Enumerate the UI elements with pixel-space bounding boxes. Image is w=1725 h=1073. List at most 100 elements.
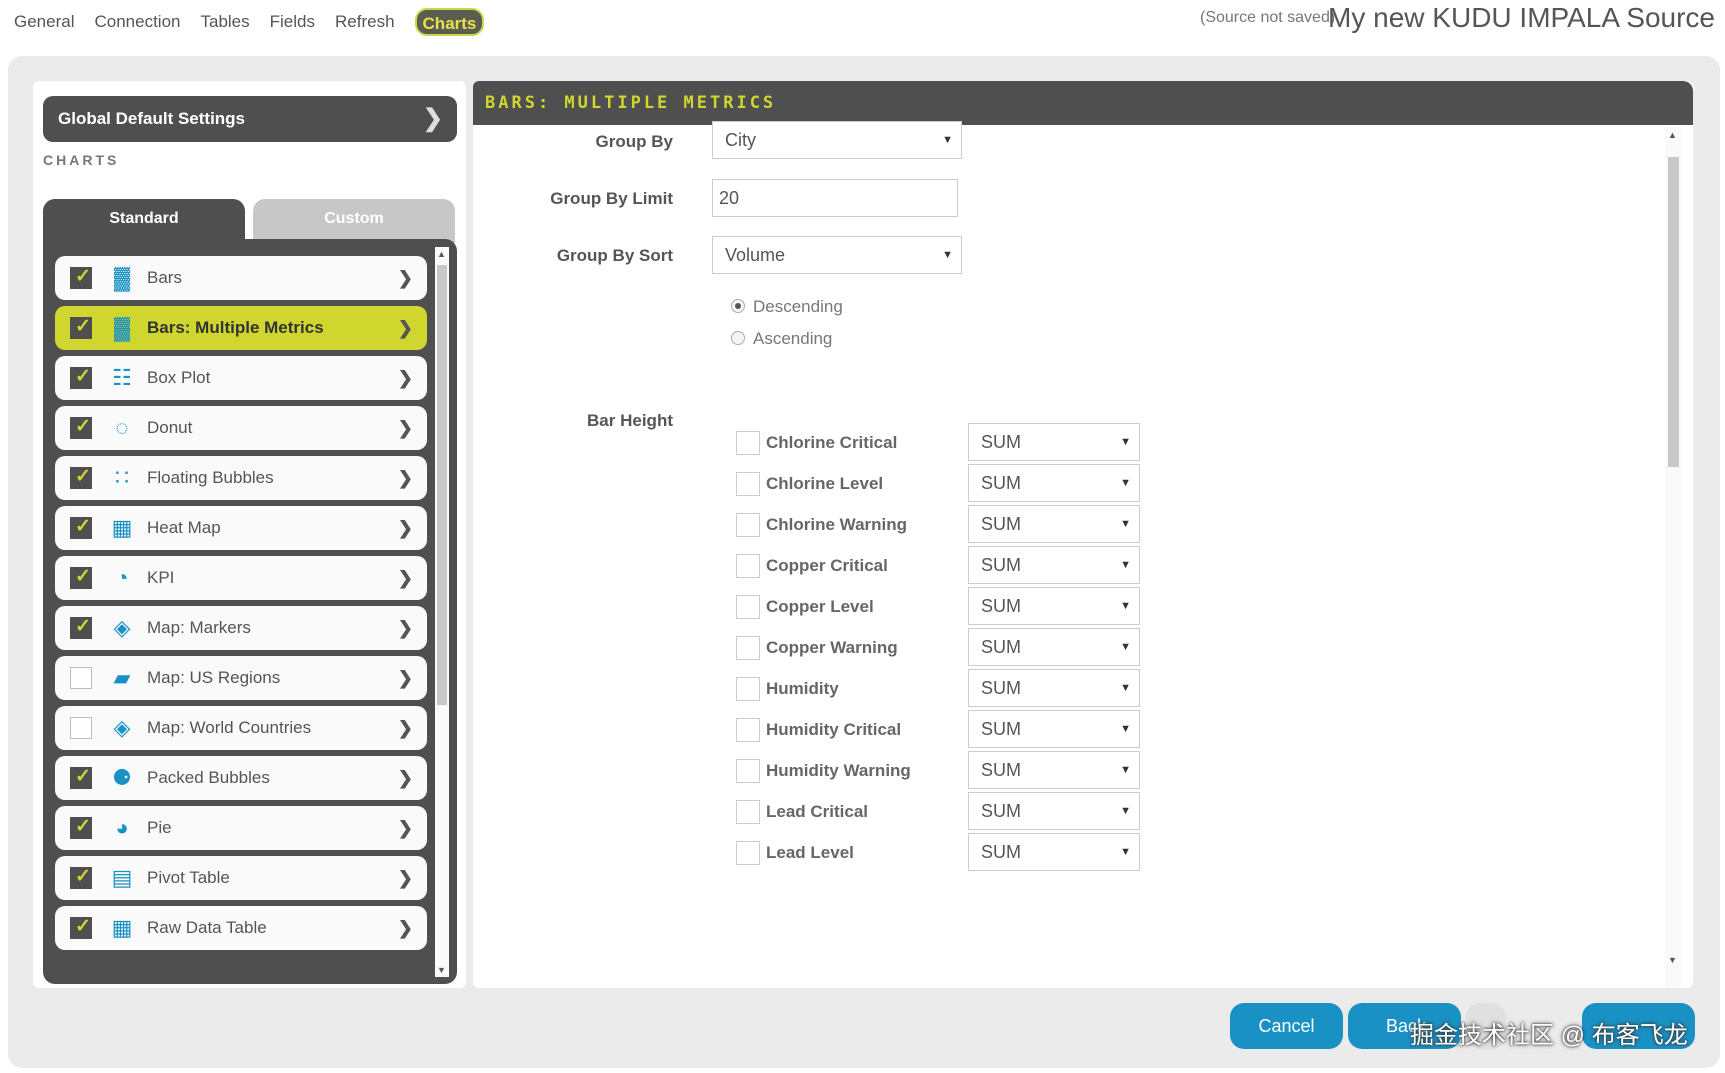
chart-enabled-checkbox[interactable] [70,667,92,689]
chart-enabled-checkbox[interactable]: ✓ [70,466,92,489]
aggregation-select[interactable]: SUM ▼ [968,464,1140,502]
metric-checkbox[interactable] [736,636,760,660]
metric-label: Copper Level [766,597,874,616]
dropdown-caret-icon: ▼ [1120,641,1131,653]
metric-row: Copper Critical SUM ▼ [736,546,1156,586]
aggregation-value: SUM [981,514,1021,534]
chart-enabled-checkbox[interactable] [70,717,92,739]
charts-sidebar: Global Default Settings ❯ CHARTS Standar… [33,81,466,988]
chart-list-item[interactable]: ✓ ⚈ Packed Bubbles ❯ [55,756,427,800]
sort-ascending-radio[interactable]: Ascending [731,329,832,349]
global-default-settings-button[interactable]: Global Default Settings ❯ [43,96,457,142]
chevron-right-icon: ❯ [422,105,443,132]
chart-list-item[interactable]: ✓ ▓ Bars ❯ [55,256,427,300]
metric-checkbox[interactable] [736,554,760,578]
tab-tables[interactable]: Tables [201,8,250,36]
aggregation-select[interactable]: SUM ▼ [968,546,1140,584]
aggregation-select[interactable]: SUM ▼ [968,423,1140,461]
chart-list-scrollbar[interactable]: ▲ ▼ [435,247,449,977]
checkmark-icon: ✓ [75,766,91,787]
aggregation-select[interactable]: SUM ▼ [968,505,1140,543]
aggregation-value: SUM [981,678,1021,698]
metric-checkbox[interactable] [736,718,760,742]
chart-enabled-checkbox[interactable]: ✓ [70,566,92,589]
chart-list-item[interactable]: ◈ Map: World Countries ❯ [55,706,427,750]
chart-enabled-checkbox[interactable]: ✓ [70,766,92,789]
chart-list-item-label: Donut [147,418,193,437]
chart-list-item[interactable]: ✓ ∷ Floating Bubbles ❯ [55,456,427,500]
aggregation-select[interactable]: SUM ▼ [968,833,1140,871]
tab-refresh[interactable]: Refresh [335,8,395,36]
checkmark-icon: ✓ [75,566,91,587]
chart-list-item[interactable]: ✓ ◌ Donut ❯ [55,406,427,450]
tab-connection[interactable]: Connection [94,8,180,36]
packed-bubbles-icon: ⚈ [112,765,132,790]
chart-list-item[interactable]: ✓ ▤ Pivot Table ❯ [55,856,427,900]
chart-list-item[interactable]: ✓ ▦ Raw Data Table ❯ [55,906,427,950]
aggregation-select[interactable]: SUM ▼ [968,587,1140,625]
aggregation-value: SUM [981,719,1021,739]
group-by-select[interactable]: City ▼ [712,121,962,159]
chart-enabled-checkbox[interactable]: ✓ [70,866,92,889]
panel-scrollbar[interactable]: ▲ ▼ [1665,127,1681,987]
metric-checkbox[interactable] [736,759,760,783]
chart-enabled-checkbox[interactable]: ✓ [70,616,92,639]
metric-checkbox[interactable] [736,513,760,537]
chart-enabled-checkbox[interactable]: ✓ [70,266,92,289]
scrollbar-thumb[interactable] [1668,157,1679,467]
metric-row: Copper Level SUM ▼ [736,587,1156,627]
chart-list-item[interactable]: ✓ ◔ KPI ❯ [55,556,427,600]
checkmark-icon: ✓ [75,866,91,887]
charts-heading: CHARTS [43,152,120,168]
tab-fields[interactable]: Fields [270,8,315,36]
scroll-up-icon[interactable]: ▲ [437,249,446,259]
tab-charts[interactable]: Charts [414,8,485,36]
group-by-sort-select[interactable]: Volume ▼ [712,236,962,274]
chevron-right-icon: ❯ [397,718,413,738]
tab-standard[interactable]: Standard [43,199,245,243]
aggregation-value: SUM [981,555,1021,575]
source-name: My new KUDU IMPALA Source [1328,2,1715,33]
radio-unselected-icon [731,331,745,345]
metric-checkbox[interactable] [736,800,760,824]
metric-checkbox[interactable] [736,431,760,455]
chevron-right-icon: ❯ [397,568,413,588]
aggregation-select[interactable]: SUM ▼ [968,710,1140,748]
metric-row: Lead Critical SUM ▼ [736,792,1156,832]
chart-enabled-checkbox[interactable]: ✓ [70,366,92,389]
aggregation-select[interactable]: SUM ▼ [968,628,1140,666]
sort-descending-radio[interactable]: Descending [731,297,843,317]
chart-enabled-checkbox[interactable]: ✓ [70,916,92,939]
aggregation-select[interactable]: SUM ▼ [968,669,1140,707]
chart-list-item[interactable]: ✓ ▓ Bars: Multiple Metrics ❯ [55,306,427,350]
metric-checkbox[interactable] [736,472,760,496]
chevron-right-icon: ❯ [397,468,413,488]
metric-checkbox[interactable] [736,595,760,619]
chart-list-item[interactable]: ▰ Map: US Regions ❯ [55,656,427,700]
chart-enabled-checkbox[interactable]: ✓ [70,316,92,339]
group-by-limit-input[interactable]: 20 [712,179,958,217]
metric-checkbox[interactable] [736,841,760,865]
metric-checkbox[interactable] [736,677,760,701]
aggregation-value: SUM [981,473,1021,493]
aggregation-select[interactable]: SUM ▼ [968,792,1140,830]
group-by-value: City [725,130,756,150]
scroll-down-icon[interactable]: ▼ [1668,955,1677,965]
scroll-down-icon[interactable]: ▼ [437,965,446,975]
metric-label: Humidity [766,679,839,698]
chart-list: ✓ ▓ Bars ❯ ✓ ▓ Bars: Multiple Metrics ❯ ✓ ☷ Box Pl… [55,256,427,956]
chart-list-item[interactable]: ✓ ☷ Box Plot ❯ [55,356,427,400]
chart-list-item[interactable]: ✓ ◈ Map: Markers ❯ [55,606,427,650]
chart-enabled-checkbox[interactable]: ✓ [70,416,92,439]
chart-enabled-checkbox[interactable]: ✓ [70,816,92,839]
scrollbar-thumb[interactable] [437,265,447,705]
chart-list-item[interactable]: ✓ ◕ Pie ❯ [55,806,427,850]
aggregation-value: SUM [981,432,1021,452]
chart-enabled-checkbox[interactable]: ✓ [70,516,92,539]
cancel-button[interactable]: Cancel [1230,1003,1343,1049]
aggregation-select[interactable]: SUM ▼ [968,751,1140,789]
chart-list-item[interactable]: ✓ ▦ Heat Map ❯ [55,506,427,550]
scroll-up-icon[interactable]: ▲ [1668,130,1677,140]
tab-general[interactable]: General [14,8,74,36]
tab-custom[interactable]: Custom [253,199,455,243]
